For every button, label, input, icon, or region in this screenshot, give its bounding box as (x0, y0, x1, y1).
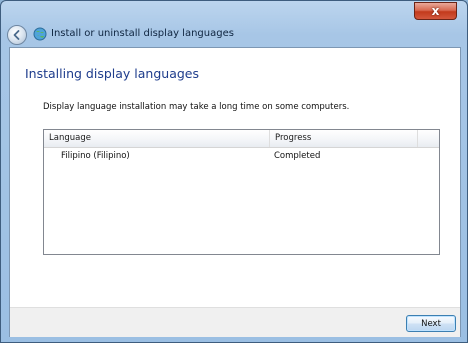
dialog-window: x Install or uninstall display languages… (0, 0, 468, 343)
page-title: Installing display languages (25, 66, 199, 81)
list-item[interactable]: Filipino (Filipino) Completed (44, 149, 439, 164)
language-list[interactable]: Language Progress Filipino (Filipino) Co… (43, 129, 440, 255)
close-button[interactable]: x (414, 2, 457, 20)
close-icon: x (431, 4, 440, 18)
list-item-progress: Completed (274, 151, 321, 161)
globe-icon (33, 27, 47, 41)
footer-bar (10, 307, 460, 337)
column-header-language[interactable]: Language (44, 130, 270, 147)
back-button[interactable] (7, 25, 27, 45)
next-button-label: Next (421, 318, 441, 329)
list-item-language: Filipino (Filipino) (61, 151, 130, 161)
list-header: Language Progress (44, 130, 439, 148)
column-header-progress[interactable]: Progress (270, 130, 418, 147)
back-arrow-icon (13, 30, 20, 40)
window-title: Install or uninstall display languages (51, 28, 234, 39)
next-button[interactable]: Next (406, 315, 456, 332)
description-text: Display language installation may take a… (43, 102, 350, 112)
column-header-filler (418, 130, 439, 147)
